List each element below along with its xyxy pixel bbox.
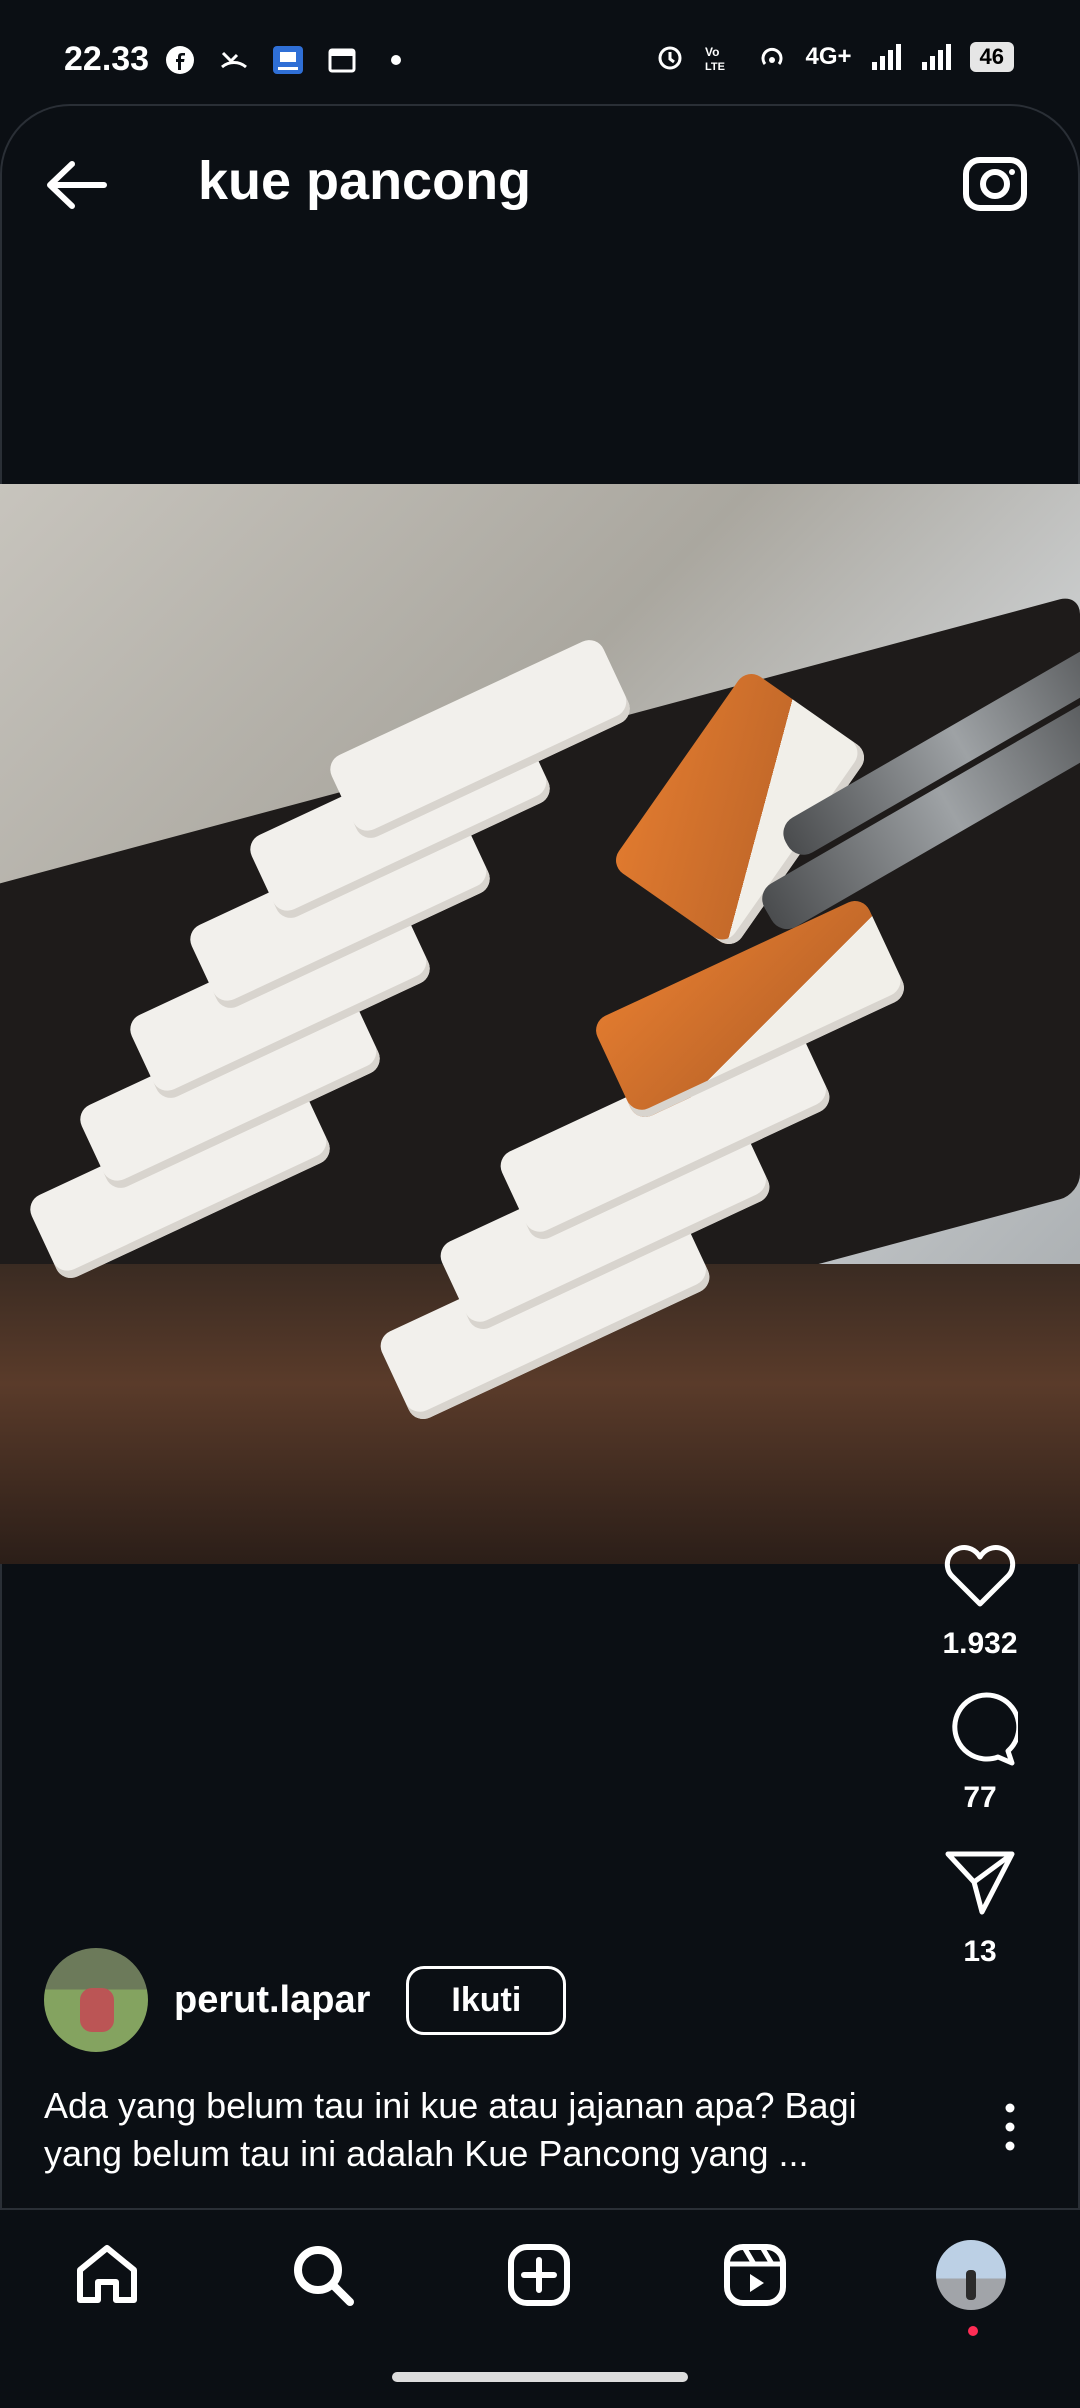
hotspot-icon — [762, 47, 783, 65]
comment-action: 77 — [940, 1689, 1020, 1815]
svg-text:Vo: Vo — [705, 45, 719, 59]
username[interactable]: perut.lapar — [174, 1979, 370, 2022]
status-time: 22.33 — [64, 40, 150, 78]
nav-reels[interactable] — [720, 2240, 790, 2310]
like-count: 1.932 — [942, 1627, 1018, 1660]
like-action: 1.932 — [940, 1535, 1020, 1661]
comment-icon — [952, 1692, 1018, 1766]
like-button[interactable] — [940, 1535, 1020, 1615]
comment-count: 77 — [963, 1781, 997, 1814]
status-right: Vo LTE 4G+ 46 — [655, 42, 1014, 72]
arrow-left-icon — [47, 161, 107, 209]
status-left-icons — [164, 44, 412, 76]
plus-square-icon — [508, 2244, 570, 2306]
signal-icon — [921, 44, 951, 70]
signal-icon — [871, 44, 901, 70]
follow-button[interactable]: Ikuti — [406, 1965, 567, 2035]
missed-call-icon — [218, 44, 250, 76]
caption-line: Ada yang belum tau ini kue atau jajanan … — [44, 2085, 857, 2126]
calendar-icon — [326, 44, 358, 76]
page-title: kue pancong — [198, 151, 532, 211]
post-image[interactable] — [0, 484, 1080, 1564]
nav-home[interactable] — [72, 2240, 142, 2310]
more-options-button[interactable] — [1000, 2102, 1020, 2152]
back-button[interactable] — [42, 150, 112, 220]
battery-indicator: 46 — [969, 42, 1014, 72]
post-caption[interactable]: Ada yang belum tau ini kue atau jajanan … — [44, 2082, 944, 2178]
heart-icon — [944, 1545, 1016, 1607]
notification-dot — [968, 2326, 978, 2336]
dot-icon — [380, 44, 412, 76]
volte-icon: Vo LTE — [705, 45, 725, 72]
nav-profile[interactable] — [936, 2240, 1006, 2310]
search-icon — [294, 2246, 354, 2306]
home-icon — [77, 2245, 137, 2303]
post-actions: 1.932 77 13 — [920, 1535, 1040, 1997]
profile-avatar — [936, 2240, 1006, 2310]
home-indicator[interactable] — [392, 2372, 688, 2382]
post-author: perut.lapar Ikuti — [44, 1948, 567, 2052]
more-vertical-icon — [1005, 2103, 1015, 2151]
alarm-icon — [658, 46, 682, 70]
facebook-icon — [164, 44, 196, 76]
status-bar: 22.33 Vo LTE 4G+ 46 — [0, 0, 1080, 104]
share-button[interactable] — [940, 1843, 1020, 1923]
paper-plane-icon — [945, 1851, 1015, 1915]
nav-search[interactable] — [288, 2240, 358, 2310]
app-notification-icon — [272, 44, 304, 76]
caption-line: yang belum tau ini adalah Kue Pancong ya… — [44, 2133, 809, 2174]
share-count: 13 — [963, 1935, 997, 1968]
share-action: 13 — [940, 1843, 1020, 1969]
comment-button[interactable] — [940, 1689, 1020, 1769]
network-type: 4G+ — [805, 43, 852, 70]
nav-create[interactable] — [504, 2240, 574, 2310]
camera-icon — [963, 157, 1027, 211]
svg-text:LTE: LTE — [705, 61, 725, 72]
reels-icon — [724, 2244, 786, 2306]
camera-button[interactable] — [960, 148, 1030, 218]
avatar[interactable] — [44, 1948, 148, 2052]
